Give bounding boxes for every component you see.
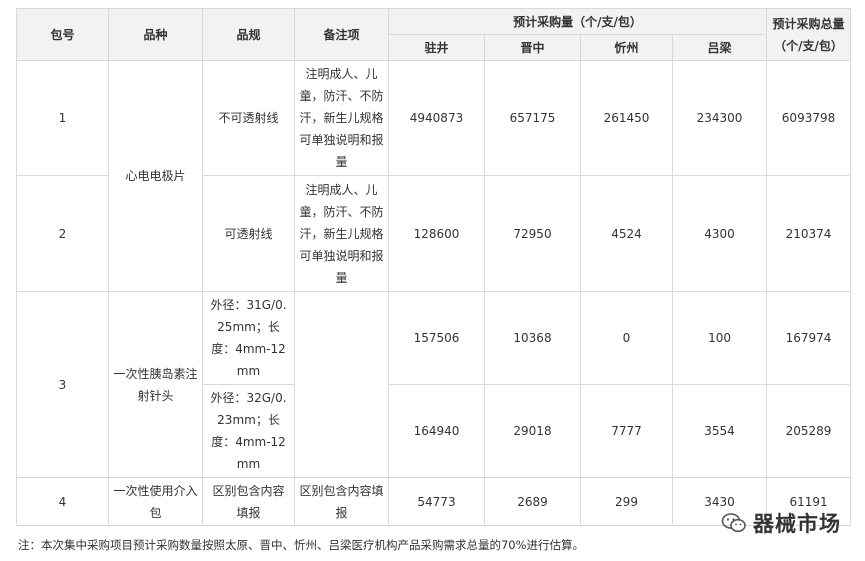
wechat-icon xyxy=(721,513,746,533)
cell-package-no: 2 xyxy=(16,175,109,292)
cell-spec: 可透射线 xyxy=(202,175,295,292)
cell-package-no: 3 xyxy=(16,291,109,478)
cell-qty-region-4: 3554 xyxy=(671,384,768,478)
cell-remarks xyxy=(294,291,389,478)
cell-total: 205289 xyxy=(766,384,852,478)
cell-qty-region-3: 4524 xyxy=(580,175,673,292)
header-total-qty-line2: （个/支/包） xyxy=(774,38,843,53)
cell-variety: 一次性使用介入包 xyxy=(108,477,203,526)
cell-qty-region-4: 234300 xyxy=(671,60,768,176)
cell-package-no: 1 xyxy=(16,60,109,176)
procurement-table-container: 包号 品种 品规 备注项 预计采购量（个/支/包） 预计采购总量 （个/支/包）… xyxy=(16,8,852,526)
table-row: 3 一次性胰岛素注射针头 外径：31G/0.25mm；长度：4mm-12mm 1… xyxy=(16,291,852,478)
header-region-1: 驻井 xyxy=(388,34,485,61)
header-region-2: 晋中 xyxy=(484,34,581,61)
watermark-text: 器械市场 xyxy=(753,512,841,536)
cell-variety: 一次性胰岛素注射针头 xyxy=(108,291,203,478)
cell-spec: 不可透射线 xyxy=(202,60,295,176)
header-package-no: 包号 xyxy=(16,8,109,61)
header-region-3: 忻州 xyxy=(580,34,673,61)
header-spec: 品规 xyxy=(202,8,295,61)
cell-qty-region-2: 29018 xyxy=(484,384,581,478)
cell-qty-region-2: 10368 xyxy=(484,291,581,385)
header-remarks: 备注项 xyxy=(294,8,389,61)
cell-total: 6093798 xyxy=(766,60,852,176)
cell-qty-region-1: 54773 xyxy=(388,477,485,526)
cell-qty-region-3: 7777 xyxy=(580,384,673,478)
cell-qty-region-2: 657175 xyxy=(484,60,581,176)
cell-qty-region-1: 128600 xyxy=(388,175,485,292)
cell-total: 167974 xyxy=(766,291,852,385)
header-region-4: 吕梁 xyxy=(671,34,768,61)
cell-qty-region-2: 2689 xyxy=(484,477,581,526)
cell-variety: 心电电极片 xyxy=(108,60,203,292)
cell-qty-region-3: 261450 xyxy=(580,60,673,176)
cell-package-no: 4 xyxy=(16,477,109,526)
footnote: 注：本次集中采购项目预计采购数量按照太原、晋中、忻州、吕梁医疗机构产品采购需求总… xyxy=(18,538,585,552)
cell-qty-region-1: 157506 xyxy=(388,291,485,385)
cell-qty-region-2: 72950 xyxy=(484,175,581,292)
cell-spec: 区别包含内容填报 xyxy=(202,477,295,526)
cell-spec: 外径：31G/0.25mm；长度：4mm-12mm xyxy=(202,291,295,385)
procurement-table: 包号 品种 品规 备注项 预计采购量（个/支/包） 预计采购总量 （个/支/包）… xyxy=(16,8,852,526)
cell-qty-region-1: 4940873 xyxy=(388,60,485,176)
watermark: 器械市场 xyxy=(721,508,841,538)
header-estimated-qty: 预计采购量（个/支/包） xyxy=(387,8,768,35)
cell-qty-region-1: 164940 xyxy=(388,384,485,478)
cell-remarks: 区别包含内容填报 xyxy=(294,477,389,526)
table-row: 1 心电电极片 不可透射线 注明成人、儿童，防汗、不防汗，新生儿规格可单独说明和… xyxy=(16,60,852,292)
cell-qty-region-3: 299 xyxy=(580,477,673,526)
cell-remarks: 注明成人、儿童，防汗、不防汗，新生儿规格可单独说明和报量 xyxy=(294,175,389,292)
cell-remarks: 注明成人、儿童，防汗、不防汗，新生儿规格可单独说明和报量 xyxy=(294,60,389,176)
header-total-qty: 预计采购总量 （个/支/包） xyxy=(766,8,852,61)
cell-qty-region-4: 100 xyxy=(671,291,768,385)
cell-total: 210374 xyxy=(766,175,852,292)
header-total-qty-line1: 预计采购总量 xyxy=(772,16,845,31)
cell-qty-region-4: 4300 xyxy=(671,175,768,292)
cell-qty-region-3: 0 xyxy=(580,291,673,385)
header-variety: 品种 xyxy=(108,8,203,61)
cell-spec: 外径：32G/0.23mm；长度：4mm-12mm xyxy=(202,384,295,478)
